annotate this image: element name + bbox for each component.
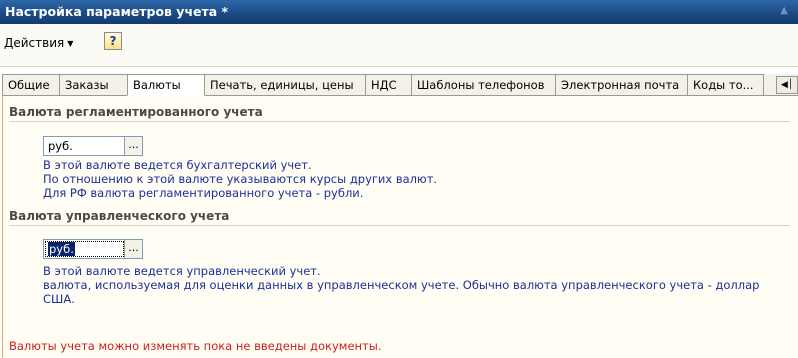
regulated-note-3: Для РФ валюта регламентированного учета … — [43, 186, 364, 200]
regulated-currency-value[interactable]: руб. — [44, 137, 125, 155]
tab-currencies[interactable]: Валюты — [127, 74, 205, 96]
tab-codes[interactable]: Коды то... — [687, 74, 764, 96]
regulated-note-2: По отношению к этой валюте указываются к… — [43, 172, 438, 186]
tab-orders[interactable]: Заказы — [59, 74, 128, 96]
pin-icon[interactable]: ▲ — [780, 5, 788, 16]
regulated-currency-heading: Валюта регламентированного учета — [9, 105, 263, 119]
management-currency-select-button[interactable]: ... — [124, 240, 142, 258]
management-currency-field[interactable]: руб. ... — [43, 239, 143, 259]
management-note-2: валюта, используемая для оценки данных в… — [43, 278, 760, 292]
regulated-note-1: В этой валюте ведется бухгалтерский учет… — [43, 158, 312, 172]
tab-print-units-prices[interactable]: Печать, единицы, цены — [204, 74, 366, 96]
management-currency-value[interactable]: руб. — [44, 240, 125, 258]
tab-scroll-left-icon[interactable]: ◀│ — [776, 76, 798, 94]
warning-message: Валюты учета можно изменять пока не введ… — [9, 339, 382, 353]
regulated-currency-field[interactable]: руб. ... — [43, 136, 143, 156]
tab-email[interactable]: Электронная почта — [555, 74, 688, 96]
management-note-1: В этой валюте ведется управленческий уче… — [43, 264, 321, 278]
tab-strip: Общие Заказы Валюты Печать, единицы, цен… — [2, 74, 798, 96]
divider — [9, 121, 790, 122]
help-button[interactable]: ? — [104, 32, 122, 50]
chevron-down-icon: ▼ — [67, 39, 74, 48]
actions-menu-button[interactable]: Действия ▼ — [4, 36, 73, 50]
management-currency-value-text: руб. — [48, 242, 75, 256]
divider — [9, 225, 790, 226]
toolbar: Действия ▼ ? — [0, 24, 798, 67]
window-title: Настройка параметров учета * — [5, 4, 229, 19]
regulated-currency-select-button[interactable]: ... — [124, 137, 142, 155]
actions-label: Действия — [4, 36, 65, 50]
tab-vat[interactable]: НДС — [365, 74, 412, 96]
tab-phone-templates[interactable]: Шаблоны телефонов — [411, 74, 556, 96]
title-bar: Настройка параметров учета * ▲ — [0, 0, 798, 24]
tab-general[interactable]: Общие — [2, 74, 60, 96]
management-note-3: США. — [43, 292, 75, 306]
currencies-panel: Валюта регламентированного учета руб. ..… — [2, 95, 798, 358]
management-currency-heading: Валюта управленческого учета — [9, 209, 230, 223]
